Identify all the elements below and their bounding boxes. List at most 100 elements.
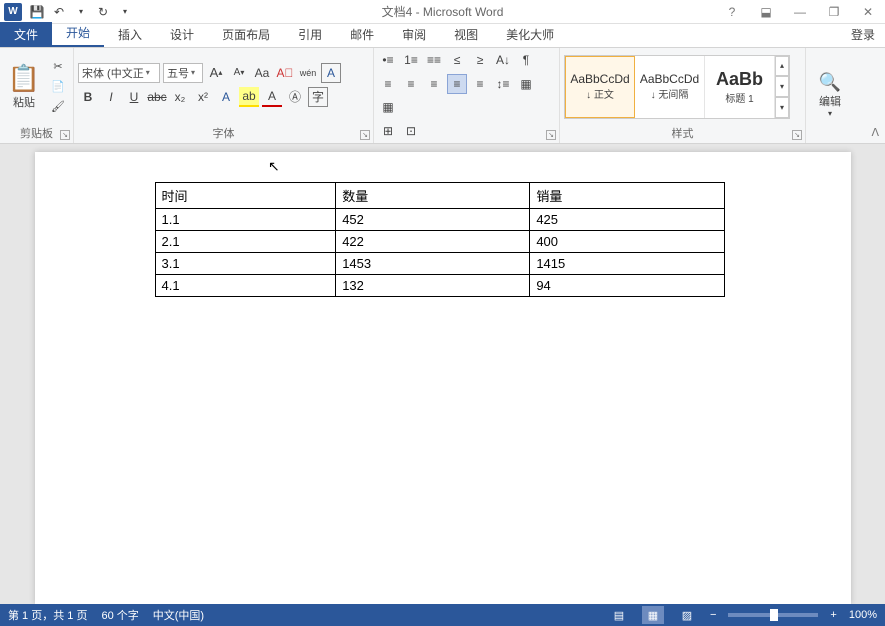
multilevel-list-button[interactable]: ≡≡ xyxy=(424,50,444,70)
document-page[interactable]: 时间 数量 销量 1.1 452 425 2.1 422 400 3.1 145… xyxy=(35,152,851,604)
style-normal[interactable]: AaBbCcDd ↓ 正文 xyxy=(565,56,635,118)
tab-file[interactable]: 文件 xyxy=(0,22,52,47)
enclose-char-button[interactable]: Ⓐ xyxy=(285,87,305,107)
table-row[interactable]: 3.1 1453 1415 xyxy=(155,253,724,275)
cell-align-button[interactable]: ⊡ xyxy=(401,121,421,141)
char-border-button[interactable]: A xyxy=(321,63,341,83)
format-painter-button[interactable]: 🖌 xyxy=(48,98,68,116)
tab-beautify[interactable]: 美化大师 xyxy=(492,22,568,47)
justify-button[interactable]: ≡ xyxy=(447,74,467,94)
tab-view[interactable]: 视图 xyxy=(440,22,492,47)
font-launcher[interactable]: ↘ xyxy=(360,130,370,140)
zoom-out-button[interactable]: − xyxy=(710,609,716,621)
tab-layout[interactable]: 页面布局 xyxy=(208,22,284,47)
align-left-button[interactable]: ≡ xyxy=(378,74,398,94)
login-link[interactable]: 登录 xyxy=(841,22,885,47)
sort-button[interactable]: A↓ xyxy=(493,50,513,70)
font-color-button[interactable]: A xyxy=(262,87,282,107)
text-effects-button[interactable]: A xyxy=(216,87,236,107)
line-spacing-button[interactable]: ↕≡ xyxy=(493,74,513,94)
numbering-button[interactable]: 1≡ xyxy=(401,50,421,70)
table-cell[interactable]: 时间 xyxy=(155,183,336,209)
styles-launcher[interactable]: ↘ xyxy=(792,130,802,140)
style-heading1[interactable]: AaBb 标题 1 xyxy=(705,56,775,118)
web-layout-button[interactable]: ▨ xyxy=(676,606,698,624)
distribute-button[interactable]: ≡ xyxy=(470,74,490,94)
word-count[interactable]: 60 个字 xyxy=(101,607,138,623)
strikethrough-button[interactable]: abc xyxy=(147,87,167,107)
shading-button[interactable]: ▦ xyxy=(516,74,536,94)
show-marks-button[interactable]: ¶ xyxy=(516,50,536,70)
help-button[interactable]: ? xyxy=(715,1,749,23)
highlight-button[interactable]: ab xyxy=(239,87,259,107)
tab-references[interactable]: 引用 xyxy=(284,22,336,47)
close-button[interactable]: ✕ xyxy=(851,1,885,23)
document-area[interactable]: ↖ 时间 数量 销量 1.1 452 425 2.1 422 400 3.1 1… xyxy=(0,144,885,604)
minimize-button[interactable]: — xyxy=(783,1,817,23)
table-cell[interactable]: 1453 xyxy=(336,253,530,275)
increase-indent-button[interactable]: ≥ xyxy=(470,50,490,70)
bold-button[interactable]: B xyxy=(78,87,98,107)
subscript-button[interactable]: x₂ xyxy=(170,87,190,107)
table-row[interactable]: 2.1 422 400 xyxy=(155,231,724,253)
italic-button[interactable]: I xyxy=(101,87,121,107)
clipboard-launcher[interactable]: ↘ xyxy=(60,130,70,140)
zoom-slider[interactable] xyxy=(728,613,818,617)
table-cell[interactable]: 4.1 xyxy=(155,275,336,297)
table-cell[interactable]: 425 xyxy=(530,209,724,231)
page-info[interactable]: 第 1 页，共 1 页 xyxy=(8,607,87,623)
tab-design[interactable]: 设计 xyxy=(156,22,208,47)
align-right-button[interactable]: ≡ xyxy=(424,74,444,94)
document-table[interactable]: 时间 数量 销量 1.1 452 425 2.1 422 400 3.1 145… xyxy=(155,182,725,297)
style-nospacing[interactable]: AaBbCcDd ↓ 无间隔 xyxy=(635,56,705,118)
font-name-combo[interactable]: 宋体 (中文正▾ xyxy=(78,63,160,83)
zoom-level[interactable]: 100% xyxy=(849,609,877,621)
table-cell[interactable]: 452 xyxy=(336,209,530,231)
change-case-button[interactable]: Aa xyxy=(252,63,272,83)
paragraph-launcher[interactable]: ↘ xyxy=(546,130,556,140)
table-cell[interactable]: 3.1 xyxy=(155,253,336,275)
gallery-down[interactable]: ▾ xyxy=(775,76,789,97)
save-button[interactable]: 💾 xyxy=(26,1,48,23)
align-center-button[interactable]: ≡ xyxy=(401,74,421,94)
bullets-button[interactable]: •≡ xyxy=(378,50,398,70)
table-row[interactable]: 4.1 132 94 xyxy=(155,275,724,297)
cut-button[interactable]: ✂ xyxy=(48,58,68,76)
copy-button[interactable]: 📄 xyxy=(48,78,68,96)
table-cell[interactable]: 1.1 xyxy=(155,209,336,231)
underline-button[interactable]: U xyxy=(124,87,144,107)
restore-button[interactable]: ❐ xyxy=(817,1,851,23)
phonetic-guide-button[interactable]: wén xyxy=(298,63,318,83)
tab-review[interactable]: 审阅 xyxy=(388,22,440,47)
snap-to-grid-button[interactable]: ⊞ xyxy=(378,121,398,141)
table-row[interactable]: 1.1 452 425 xyxy=(155,209,724,231)
char-shading-button[interactable]: 字 xyxy=(308,87,328,107)
tab-insert[interactable]: 插入 xyxy=(104,22,156,47)
shrink-font-button[interactable]: A▾ xyxy=(229,63,249,83)
qat-customize-dropdown[interactable]: ▾ xyxy=(114,1,136,23)
zoom-thumb[interactable] xyxy=(770,609,778,621)
table-cell[interactable]: 2.1 xyxy=(155,231,336,253)
collapse-ribbon-button[interactable]: ᐱ xyxy=(871,126,879,139)
table-cell[interactable]: 1415 xyxy=(530,253,724,275)
table-cell[interactable]: 422 xyxy=(336,231,530,253)
paste-button[interactable]: 📋 粘贴 xyxy=(4,63,44,110)
read-mode-button[interactable]: ▤ xyxy=(608,606,630,624)
print-layout-button[interactable]: ▦ xyxy=(642,606,664,624)
table-row[interactable]: 时间 数量 销量 xyxy=(155,183,724,209)
tab-home[interactable]: 开始 xyxy=(52,20,104,47)
gallery-up[interactable]: ▴ xyxy=(775,56,789,77)
table-cell[interactable]: 数量 xyxy=(336,183,530,209)
gallery-more[interactable]: ▾ xyxy=(775,97,789,118)
find-button[interactable]: 🔍 编辑 ▾ xyxy=(810,72,850,118)
decrease-indent-button[interactable]: ≤ xyxy=(447,50,467,70)
table-cell[interactable]: 132 xyxy=(336,275,530,297)
borders-button[interactable]: ▦ xyxy=(378,97,398,117)
table-cell[interactable]: 94 xyxy=(530,275,724,297)
superscript-button[interactable]: x² xyxy=(193,87,213,107)
table-cell[interactable]: 销量 xyxy=(530,183,724,209)
ribbon-display-options[interactable]: ⬓ xyxy=(749,1,783,23)
tab-mailings[interactable]: 邮件 xyxy=(336,22,388,47)
table-cell[interactable]: 400 xyxy=(530,231,724,253)
grow-font-button[interactable]: A▴ xyxy=(206,63,226,83)
